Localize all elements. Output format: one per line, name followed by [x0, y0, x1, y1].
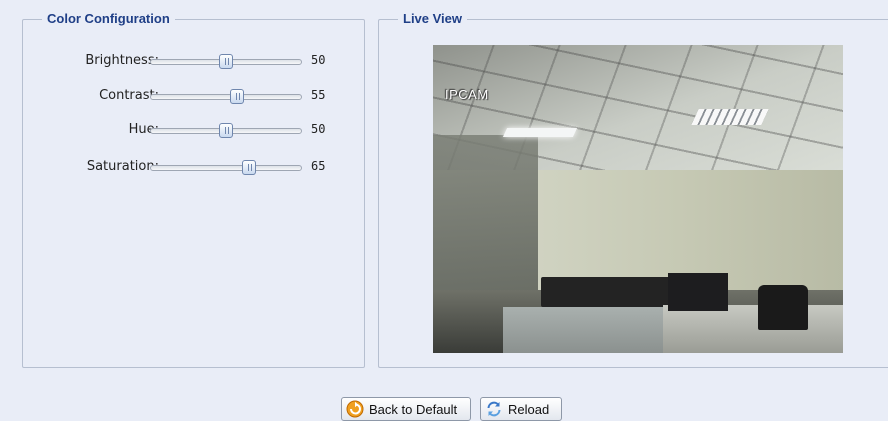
hue-slider-thumb[interactable]	[219, 123, 233, 138]
camera-ceiling-light-panel	[691, 109, 769, 125]
brightness-value: 50	[311, 53, 326, 67]
brightness-slider[interactable]	[150, 54, 302, 69]
camera-monitor	[668, 273, 728, 311]
brightness-slider-thumb[interactable]	[219, 54, 233, 69]
reload-label: Reload	[508, 401, 550, 417]
camera-overlay-label: IPCAM	[445, 87, 489, 102]
contrast-row: Contrast: 55	[23, 86, 364, 106]
camera-desk	[663, 305, 843, 353]
back-to-default-label: Back to Default	[369, 401, 458, 417]
color-configuration-title: Color Configuration	[42, 11, 175, 27]
camera-ceiling-light	[502, 128, 578, 137]
saturation-row: Saturation: 65	[23, 157, 364, 177]
live-view-panel: Live View IPCAM	[378, 11, 888, 368]
reload-button[interactable]: Reload	[480, 397, 562, 421]
refresh-icon	[487, 401, 501, 417]
hue-value: 50	[311, 122, 326, 136]
camera-feed: IPCAM	[433, 45, 843, 353]
back-to-default-button[interactable]: Back to Default	[341, 397, 471, 421]
contrast-slider-thumb[interactable]	[229, 89, 244, 104]
saturation-value: 65	[311, 159, 326, 173]
saturation-label: Saturation:	[86, 159, 159, 174]
hue-row: Hue: 50	[23, 120, 364, 140]
camera-chair	[758, 285, 808, 330]
saturation-slider[interactable]	[150, 160, 302, 175]
color-configuration-panel: Color Configuration Brightness: 50 Contr…	[22, 11, 365, 368]
contrast-slider[interactable]	[150, 89, 302, 104]
camera-printer	[541, 277, 676, 307]
brightness-label: Brightness:	[85, 53, 159, 68]
live-view-title: Live View	[398, 11, 468, 27]
undo-arrow-icon	[346, 400, 364, 418]
camera-cubicle	[503, 307, 663, 353]
brightness-row: Brightness: 50	[23, 51, 364, 71]
saturation-slider-thumb[interactable]	[241, 160, 256, 175]
contrast-value: 55	[311, 88, 326, 102]
hue-slider[interactable]	[150, 123, 302, 138]
